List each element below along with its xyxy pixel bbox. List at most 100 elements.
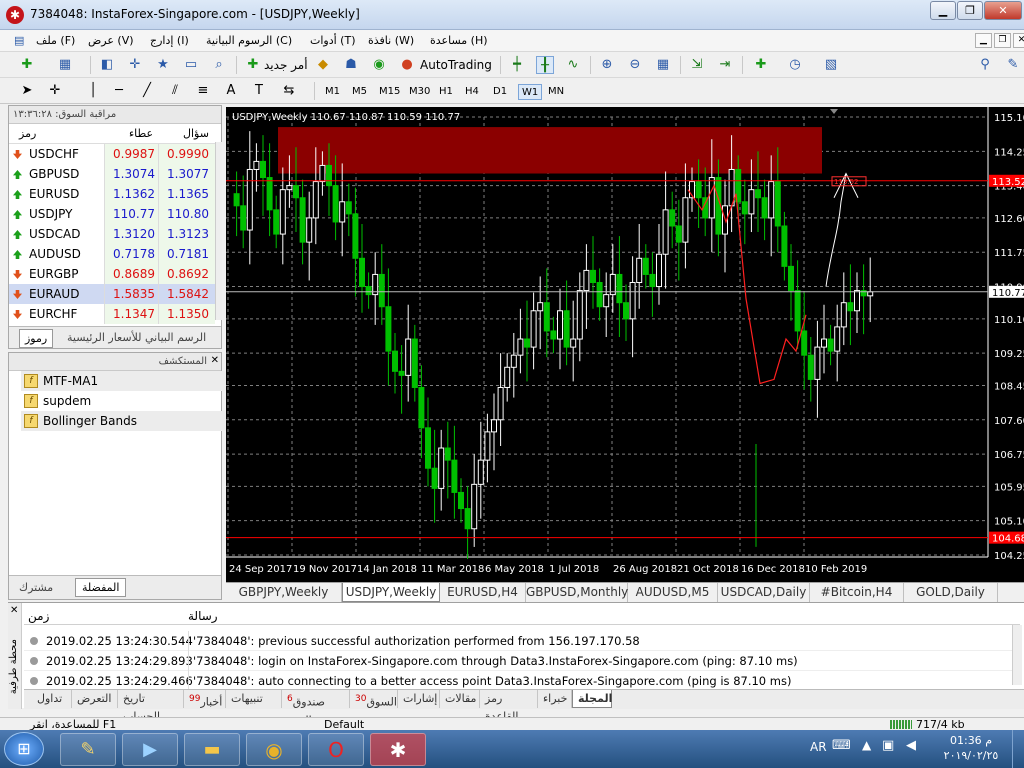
opera-taskbar-icon[interactable]: O [308, 733, 364, 766]
signals-icon[interactable]: ☗ [342, 56, 360, 74]
market-watch-row[interactable]: EURCHF 1.1347 1.1350 [9, 304, 215, 324]
tab-major-chart[interactable]: الرسم البياني للأسعار الرئيسية [67, 331, 206, 344]
text-label-icon[interactable]: T [250, 82, 268, 100]
market-watch-row[interactable]: EURUSD 1.1362 1.1365 [9, 184, 215, 204]
timeframe-h4-button[interactable]: H4 [462, 84, 482, 100]
terminal-tab[interactable]: 30السوق [350, 690, 398, 709]
market-watch-row[interactable]: USDCHF 0.9987 0.9990 [9, 144, 215, 164]
market-watch-row[interactable]: USDCAD 1.3120 1.3123 [9, 224, 215, 244]
terminal-tab[interactable]: التعرض [72, 690, 118, 708]
explorer-taskbar-icon[interactable]: ▬ [184, 733, 240, 766]
clock-date[interactable]: ٢٠١٩/٠٢/٢٥ [936, 749, 1006, 762]
chart-window[interactable]: 115.10114.25113.40112.60111.75110.90110.… [226, 107, 1024, 582]
bar-chart-icon[interactable]: ┿ [508, 56, 526, 74]
col-message-header[interactable]: رسالة [188, 609, 218, 623]
market-watch-row[interactable]: USDJPY 110.77 110.80 [9, 204, 215, 224]
minimize-button[interactable]: ▁ [930, 1, 956, 20]
media-player-taskbar-icon[interactable]: ▶ [122, 733, 178, 766]
timeframe-h1-button[interactable]: H1 [436, 84, 456, 100]
menu-help[interactable]: مساعدة (H) [430, 34, 488, 47]
terminal-tab[interactable]: مقالات [440, 690, 480, 708]
market-watch-scrollbar[interactable] [215, 142, 222, 320]
new-chart-icon[interactable]: ✚ [18, 56, 36, 74]
tab-common[interactable]: مشترك [19, 581, 53, 594]
menu-insert[interactable]: إدارج (I) [150, 34, 189, 47]
zoom-in-icon[interactable]: ⊕ [598, 56, 616, 74]
timeframe-m5-button[interactable]: M5 [349, 84, 370, 100]
chrome-taskbar-icon[interactable]: ◉ [246, 733, 302, 766]
trendline-icon[interactable]: ╱ [138, 82, 156, 100]
mdi-restore-button[interactable]: ❐ [994, 33, 1011, 48]
horizontal-line-icon[interactable]: ─ [110, 82, 128, 100]
chat-icon[interactable]: ✎ [1004, 56, 1022, 74]
tab-favorites[interactable]: المفضلة [75, 578, 127, 597]
restore-button[interactable]: ❐ [957, 1, 983, 20]
start-button[interactable]: ⊞ [4, 732, 44, 766]
channels-icon[interactable]: ⫽ [166, 82, 184, 100]
volume-icon[interactable]: ◀ [906, 738, 916, 753]
navigator-item[interactable]: f MTF-MA1 [21, 371, 231, 391]
timeframe-m30-button[interactable]: M30 [406, 84, 433, 100]
timeframe-m1-button[interactable]: M1 [322, 84, 343, 100]
navigator-icon[interactable]: ★ [154, 56, 172, 74]
chart-tab[interactable]: EURUSD,H4 [440, 583, 526, 602]
tab-symbols[interactable]: رموز [19, 329, 54, 348]
menu-file[interactable]: ملف (F) [36, 34, 75, 47]
close-button[interactable]: ✕ [984, 1, 1022, 20]
language-indicator[interactable]: AR [810, 740, 827, 754]
chart-tab[interactable]: GOLD,Daily [904, 583, 998, 602]
terminal-tab[interactable]: 99أخبار [184, 690, 226, 709]
col-ask-header[interactable]: سؤال [183, 127, 209, 140]
menu-tools[interactable]: أدوات (T) [310, 34, 356, 47]
candlestick-icon[interactable]: ╂ [536, 56, 554, 74]
keyboard-icon[interactable]: ⌨ [832, 738, 851, 753]
text-icon[interactable]: A [222, 82, 240, 100]
chart-tab[interactable]: AUDUSD,M5 [628, 583, 718, 602]
chart-tab[interactable]: USDCAD,Daily [718, 583, 810, 602]
terminal-scrollbar[interactable] [1012, 625, 1022, 685]
journal-row[interactable]: 2019.02.25 13:24:29.893'7384048': login … [24, 651, 1020, 671]
terminal-tab[interactable]: إشارات [398, 690, 440, 708]
navigator-item[interactable]: f Bollinger Bands [21, 411, 231, 431]
chart-tab[interactable]: GBPUSD,Monthly [526, 583, 628, 602]
terminal-tab[interactable]: 6صندوق البريد [282, 690, 350, 727]
strategy-tester-icon[interactable]: ⌕ [210, 56, 228, 74]
vertical-line-icon[interactable]: │ [84, 82, 102, 100]
market-watch-row[interactable]: EURGBP 0.8689 0.8692 [9, 264, 215, 284]
navigator-close-icon[interactable]: ✕ [211, 355, 219, 366]
autoscroll-icon[interactable]: ⇲ [688, 56, 706, 74]
col-time-header[interactable]: زمن [28, 609, 49, 623]
shapes-icon[interactable]: ⇆ [280, 82, 298, 100]
col-symbol-header[interactable]: رمز [19, 127, 36, 140]
timeframe-mn-button[interactable]: MN [545, 84, 567, 100]
cursor-icon[interactable]: ➤ [18, 82, 36, 100]
terminal-tab[interactable]: تاريخ الحساب [118, 690, 184, 723]
timeframe-d1-button[interactable]: D1 [490, 84, 510, 100]
terminal-tab[interactable]: تنبيهات [226, 690, 282, 708]
show-desktop-button[interactable] [1012, 730, 1024, 768]
market-icon[interactable]: ◉ [370, 56, 388, 74]
autotrading-icon[interactable]: ● [398, 56, 416, 74]
terminal-icon[interactable]: ▭ [182, 56, 200, 74]
terminal-tab[interactable]: رمز القاعدة [480, 690, 538, 723]
navigator-item[interactable]: f supdem [21, 391, 231, 411]
new-order-button[interactable]: أمر جديد [264, 58, 308, 72]
menu-window[interactable]: نافذة (W) [368, 34, 414, 47]
search-icon[interactable]: ⚲ [976, 56, 994, 74]
menu-charts[interactable]: الرسوم البيانية (C) [206, 34, 292, 47]
market-watch-row[interactable]: EURAUD 1.5835 1.5842 [9, 284, 215, 304]
market-watch-row[interactable]: GBPUSD 1.3074 1.3077 [9, 164, 215, 184]
chart-shift-icon[interactable]: ⇥ [716, 56, 734, 74]
periods-icon[interactable]: ◷ [786, 56, 804, 74]
indicators-icon[interactable]: ✚ [752, 56, 770, 74]
terminal-close-icon[interactable]: ✕ [10, 605, 18, 616]
paint-taskbar-icon[interactable]: ✎ [60, 733, 116, 766]
price-chart[interactable]: 115.10114.25113.40112.60111.75110.90110.… [226, 107, 1024, 582]
chart-tab[interactable]: USDJPY,Weekly [342, 583, 440, 602]
new-order-icon[interactable]: ✚ [244, 56, 262, 74]
templates-icon[interactable]: ▧ [822, 56, 840, 74]
tray-expand-icon[interactable]: ▲ [862, 738, 871, 752]
journal-row[interactable]: 2019.02.25 13:24:30.544'7384048': previo… [24, 631, 1020, 651]
autotrading-button[interactable]: AutoTrading [420, 58, 492, 72]
profiles-icon[interactable]: ▦ [56, 56, 74, 74]
